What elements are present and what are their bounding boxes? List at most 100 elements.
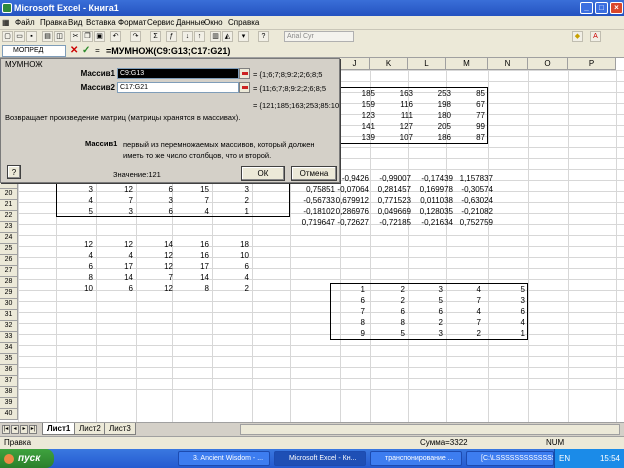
row-header-31[interactable]: 31 (0, 310, 18, 321)
formula-text[interactable]: =МУМНОЖ(C9:G13;C17:G21) (106, 45, 230, 57)
row-header-32[interactable]: 32 (0, 321, 18, 332)
cell-inverse[interactable]: 1,157837 (454, 173, 496, 184)
new-icon[interactable]: ▢ (2, 31, 13, 42)
next-sheet-icon[interactable]: ▸ (20, 425, 28, 434)
cell-matrix-b[interactable]: 18 (212, 239, 252, 250)
minimize-button[interactable]: _ (580, 2, 593, 14)
cell-matrix-b[interactable]: 16 (172, 250, 212, 261)
col-header-p[interactable]: P (568, 58, 616, 70)
row-header-25[interactable]: 25 (0, 244, 18, 255)
row-header-20[interactable]: 20 (0, 189, 18, 200)
cell-matrix-b[interactable]: 14 (136, 239, 176, 250)
menu-view[interactable]: Вид (68, 18, 82, 27)
function-icon[interactable]: ƒ (166, 31, 177, 42)
cell-matrix-b[interactable]: 10 (212, 250, 252, 261)
cell-inverse[interactable]: -0,07064 (330, 184, 372, 195)
cell-matrix-b[interactable]: 8 (56, 272, 96, 283)
cell-inverse[interactable]: -0,72185 (372, 217, 414, 228)
cell-inverse[interactable]: -0,63024 (454, 195, 496, 206)
cell-inverse[interactable]: -0,99007 (372, 173, 414, 184)
redo-icon[interactable]: ↷ (130, 31, 141, 42)
dialog-help-icon[interactable]: ? (7, 165, 21, 179)
col-header-n[interactable]: N (488, 58, 528, 70)
enter-formula-icon[interactable]: ✓ (82, 45, 90, 57)
cell-matrix-b[interactable]: 8 (172, 283, 212, 294)
row-header-34[interactable]: 34 (0, 343, 18, 354)
row-header-35[interactable]: 35 (0, 354, 18, 365)
menu-tools[interactable]: Сервис (147, 18, 174, 27)
menu-format[interactable]: Формат (118, 18, 146, 27)
cell-inverse[interactable]: -0,30574 (454, 184, 496, 195)
cell-matrix-b[interactable]: 12 (96, 239, 136, 250)
cell-matrix-b[interactable]: 2 (212, 283, 252, 294)
cell-inverse[interactable]: -0,21082 (454, 206, 496, 217)
horizontal-scrollbar[interactable] (240, 424, 620, 435)
cell-matrix-b[interactable]: 4 (96, 250, 136, 261)
cell-matrix-b[interactable]: 14 (172, 272, 212, 283)
sheet-tab-3[interactable]: Лист3 (104, 423, 136, 435)
first-sheet-icon[interactable]: |◂ (2, 425, 10, 434)
function-arguments-dialog[interactable]: МУМНОЖ Массив1 C9:G13 = {1;6;7;8;9:2;2;6… (0, 58, 340, 183)
row-header-29[interactable]: 29 (0, 288, 18, 299)
menu-window[interactable]: Окно (204, 18, 223, 27)
cell-inverse[interactable]: 0,281457 (372, 184, 414, 195)
taskbar-excel[interactable]: Microsoft Excel - Кн... (274, 451, 366, 466)
taskbar-ancient-wisdom[interactable]: 3. Ancient Wisdom - ... (178, 451, 270, 466)
language-indicator[interactable]: EN (559, 449, 570, 468)
row-header-24[interactable]: 24 (0, 233, 18, 244)
menu-file[interactable]: Файл (15, 18, 35, 27)
cell-matrix-b[interactable]: 4 (212, 272, 252, 283)
cell-matrix-b[interactable]: 7 (136, 272, 176, 283)
col-header-o[interactable]: O (528, 58, 568, 70)
cancel-button[interactable]: Отмена (291, 166, 337, 181)
col-header-k[interactable]: K (370, 58, 408, 70)
preview-icon[interactable]: ◫ (54, 31, 65, 42)
taskbar-transpose[interactable]: транспонирование ... (370, 451, 462, 466)
menu-data[interactable]: Данные (176, 18, 205, 27)
fill-color-icon[interactable]: ◆ (572, 31, 583, 42)
cell-inverse[interactable]: 0,286976 (330, 206, 372, 217)
cell-inverse[interactable]: 0,169978 (414, 184, 456, 195)
row-header-22[interactable]: 22 (0, 211, 18, 222)
sort-desc-icon[interactable]: ↑ (194, 31, 205, 42)
cell-matrix-b[interactable]: 16 (172, 239, 212, 250)
row-header-27[interactable]: 27 (0, 266, 18, 277)
col-header-m[interactable]: M (446, 58, 488, 70)
arg1-collapse-icon[interactable] (239, 68, 250, 79)
sheet-tab-2[interactable]: Лист2 (74, 423, 106, 435)
cell-matrix-b[interactable]: 6 (56, 261, 96, 272)
insert-function-icon[interactable]: = (95, 45, 100, 57)
cell-matrix-b[interactable]: 17 (96, 261, 136, 272)
cell-matrix-b[interactable]: 4 (56, 250, 96, 261)
cell-inverse[interactable]: 0,752759 (454, 217, 496, 228)
cell-inverse[interactable]: -0,72627 (330, 217, 372, 228)
row-header-26[interactable]: 26 (0, 255, 18, 266)
row-header-39[interactable]: 39 (0, 398, 18, 409)
row-header-33[interactable]: 33 (0, 332, 18, 343)
cell-matrix-b[interactable]: 12 (136, 261, 176, 272)
cell-matrix-b[interactable]: 12 (136, 250, 176, 261)
col-header-l[interactable]: L (408, 58, 446, 70)
cell-inverse[interactable]: 0,128035 (414, 206, 456, 217)
open-icon[interactable]: ▭ (14, 31, 25, 42)
row-header-21[interactable]: 21 (0, 200, 18, 211)
drawing-icon[interactable]: ◭ (222, 31, 233, 42)
close-button[interactable]: × (610, 2, 623, 14)
maximize-button[interactable]: □ (595, 2, 608, 14)
font-name-box[interactable]: Arial Cyr (284, 31, 354, 42)
undo-icon[interactable]: ↶ (110, 31, 121, 42)
copy-icon[interactable]: ❐ (82, 31, 93, 42)
taskbar-folder[interactable]: [С:\LSSSSSSSSSSSSS... (466, 451, 554, 466)
col-header-j[interactable]: J (340, 58, 370, 70)
row-header-36[interactable]: 36 (0, 365, 18, 376)
sheet-tab-1[interactable]: Лист1 (42, 423, 76, 435)
cell-inverse[interactable]: -0,21634 (414, 217, 456, 228)
sort-asc-icon[interactable]: ↓ (182, 31, 193, 42)
row-header-30[interactable]: 30 (0, 299, 18, 310)
cell-inverse[interactable]: 0,049669 (372, 206, 414, 217)
print-icon[interactable]: ▤ (42, 31, 53, 42)
cell-matrix-b[interactable]: 14 (96, 272, 136, 283)
cell-matrix-b[interactable]: 17 (172, 261, 212, 272)
font-color-icon[interactable]: A (590, 31, 601, 42)
cell-inverse[interactable]: 0,771523 (372, 195, 414, 206)
